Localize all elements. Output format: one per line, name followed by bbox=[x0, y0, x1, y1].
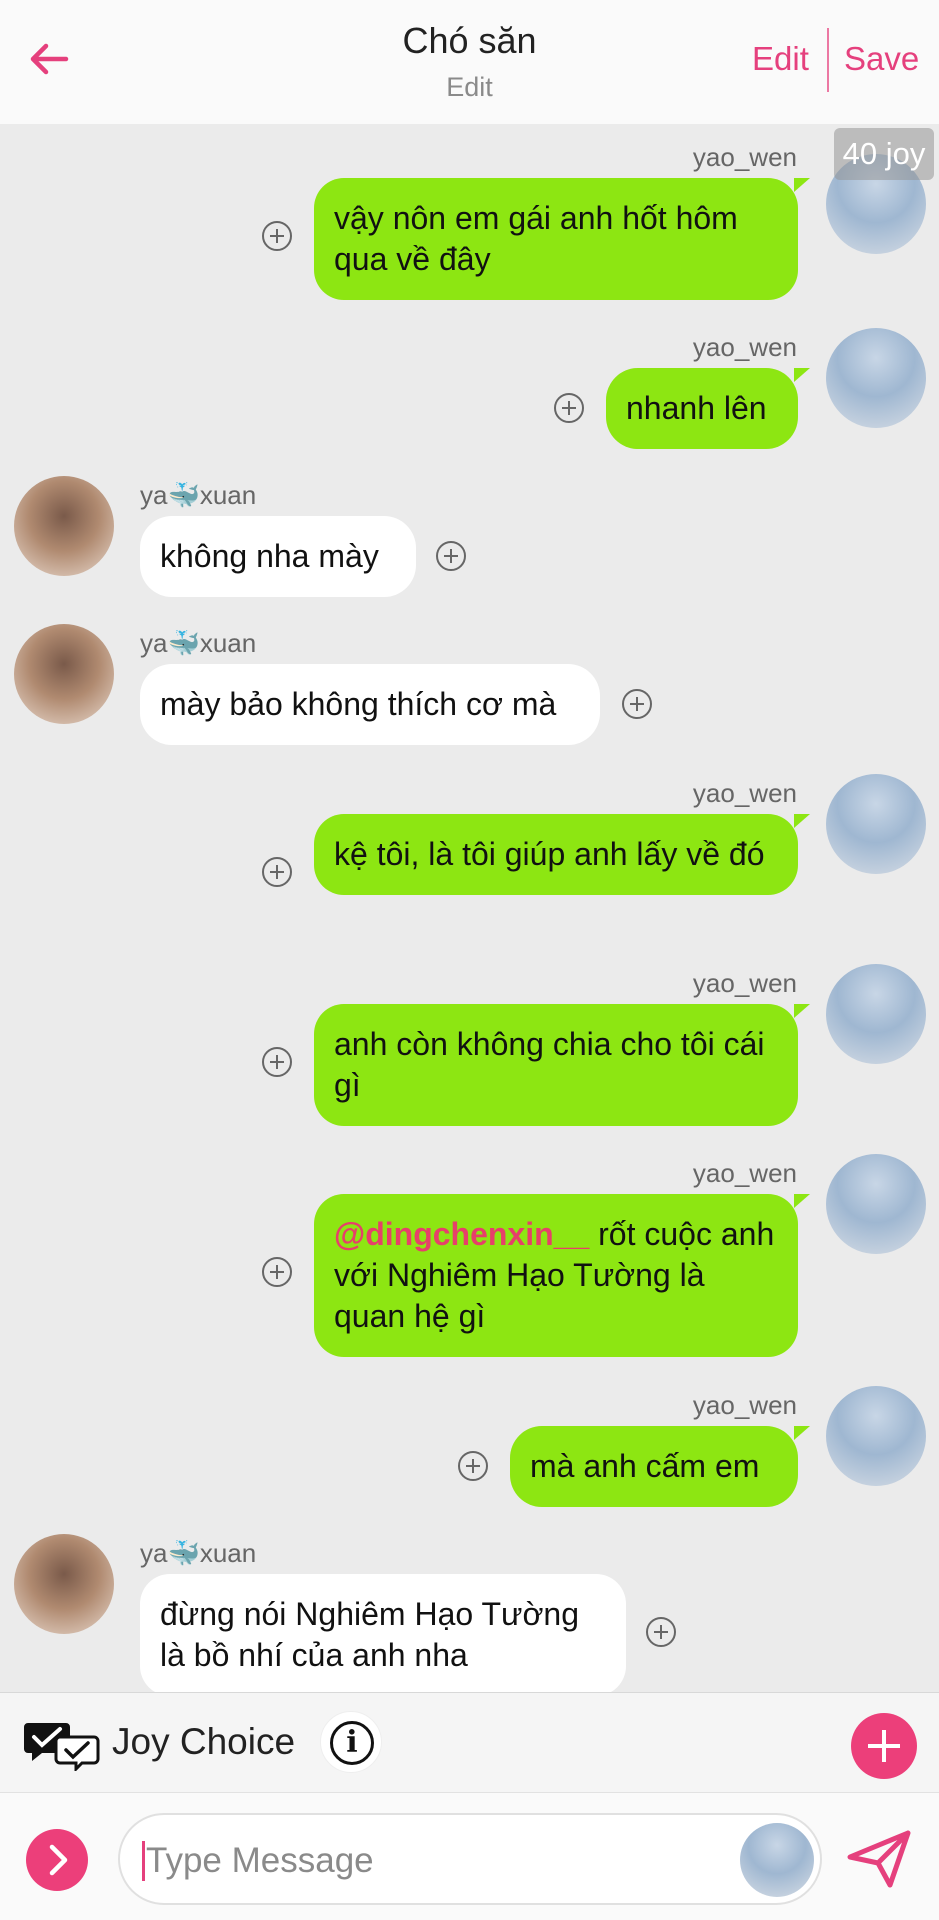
message-input-bar bbox=[0, 1792, 939, 1920]
message-username: ya🐳xuan bbox=[140, 1538, 257, 1568]
add-reaction-icon[interactable] bbox=[646, 1617, 676, 1647]
avatar[interactable] bbox=[826, 1154, 926, 1254]
avatar[interactable] bbox=[14, 624, 114, 724]
info-button[interactable]: i bbox=[320, 1711, 382, 1773]
message-username: yao_wen bbox=[692, 1390, 797, 1420]
bubble-tail bbox=[794, 1426, 810, 1440]
message-input-wrapper bbox=[118, 1813, 822, 1905]
message-bubble[interactable]: mày bảo không thích cơ mà bbox=[140, 664, 600, 745]
message-bubble[interactable]: đừng nói Nghiêm Hạo Tường là bồ nhí của … bbox=[140, 1574, 626, 1692]
avatar[interactable] bbox=[14, 476, 114, 576]
add-choice-button[interactable] bbox=[851, 1713, 917, 1779]
bubble-tail bbox=[794, 814, 810, 828]
message-username: yao_wen bbox=[692, 332, 797, 362]
message-input[interactable] bbox=[140, 1833, 700, 1889]
joy-choice-bar: Joy Choice i bbox=[0, 1692, 939, 1792]
mention-tag[interactable]: @dingchenxin__ bbox=[334, 1216, 589, 1252]
add-reaction-icon[interactable] bbox=[262, 221, 292, 251]
message-username: yao_wen bbox=[692, 968, 797, 998]
message-bubble[interactable]: vậy nôn em gái anh hốt hôm qua về đây bbox=[314, 178, 798, 300]
add-reaction-icon[interactable] bbox=[458, 1451, 488, 1481]
message-username: yao_wen bbox=[692, 1158, 797, 1188]
joy-count-badge: 40 joy bbox=[834, 128, 934, 180]
message-bubble[interactable]: nhanh lên bbox=[606, 368, 798, 449]
message-username: ya🐳xuan bbox=[140, 628, 257, 658]
message-bubble[interactable]: anh còn không chia cho tôi cái gì bbox=[314, 1004, 798, 1126]
bubble-tail bbox=[794, 1194, 810, 1208]
avatar[interactable] bbox=[826, 774, 926, 874]
add-reaction-icon[interactable] bbox=[554, 393, 584, 423]
header-divider bbox=[827, 28, 829, 92]
sender-avatar[interactable] bbox=[740, 1823, 814, 1897]
add-reaction-icon[interactable] bbox=[622, 689, 652, 719]
message-username: ya🐳xuan bbox=[140, 480, 257, 510]
avatar[interactable] bbox=[14, 1534, 114, 1634]
avatar[interactable] bbox=[826, 1386, 926, 1486]
add-reaction-icon[interactable] bbox=[262, 857, 292, 887]
add-reaction-icon[interactable] bbox=[262, 1257, 292, 1287]
message-bubble[interactable]: kệ tôi, là tôi giúp anh lấy về đó bbox=[314, 814, 798, 895]
avatar[interactable] bbox=[826, 328, 926, 428]
bubble-tail bbox=[794, 368, 810, 382]
message-username: yao_wen bbox=[692, 142, 797, 172]
joy-choice-label[interactable]: Joy Choice bbox=[112, 1721, 295, 1763]
chat-area[interactable]: 40 joy yao_wen vậy nôn em gái anh hốt hô… bbox=[0, 124, 939, 1692]
message-bubble[interactable]: không nha mày bbox=[140, 516, 416, 597]
message-username: yao_wen bbox=[692, 778, 797, 808]
add-reaction-icon[interactable] bbox=[436, 541, 466, 571]
send-icon[interactable] bbox=[846, 1829, 912, 1889]
chevron-right-icon bbox=[49, 1844, 68, 1876]
add-reaction-icon[interactable] bbox=[262, 1047, 292, 1077]
avatar[interactable] bbox=[826, 964, 926, 1064]
double-check-chat-icon[interactable] bbox=[22, 1717, 102, 1771]
message-bubble[interactable]: @dingchenxin__ rốt cuộc anh với Nghiêm H… bbox=[314, 1194, 798, 1357]
info-icon: i bbox=[330, 1721, 374, 1765]
bubble-tail bbox=[794, 1004, 810, 1018]
expand-button[interactable] bbox=[26, 1829, 88, 1891]
top-bar: Chó săn Edit Edit Save bbox=[0, 0, 939, 124]
message-bubble[interactable]: mà anh cấm em bbox=[510, 1426, 798, 1507]
edit-button[interactable]: Edit bbox=[752, 40, 809, 78]
save-button[interactable]: Save bbox=[844, 40, 919, 78]
bubble-tail bbox=[794, 178, 810, 192]
